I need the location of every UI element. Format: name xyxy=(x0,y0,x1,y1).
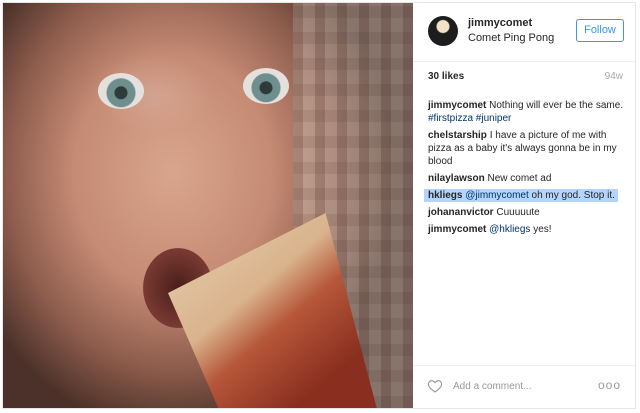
comment-text: yes! xyxy=(533,224,552,235)
comment-text: oh my god. Stop it. xyxy=(531,190,615,201)
comment-username[interactable]: johananvictor xyxy=(428,207,494,218)
heart-icon[interactable] xyxy=(427,378,443,394)
comment-list: jimmycomet Nothing will ever be the same… xyxy=(424,99,628,240)
comment-text: Nothing will ever be the same. xyxy=(489,100,624,111)
comment: johananvictor Cuuuuute xyxy=(428,206,628,219)
left-eye xyxy=(98,73,144,109)
comment-mention[interactable]: @hkliegs xyxy=(489,224,530,235)
post-footer: Add a comment... ooo xyxy=(413,365,635,408)
post-location[interactable]: Comet Ping Pong xyxy=(468,32,554,44)
comment-selected: hkliegs @jimmycomet oh my god. Stop it. xyxy=(424,189,618,202)
follow-button[interactable]: Follow xyxy=(576,19,624,42)
likes-count[interactable]: 30 likes xyxy=(428,71,464,82)
post-age[interactable]: 94w xyxy=(605,71,623,82)
comment: jimmycomet Nothing will ever be the same… xyxy=(428,99,628,125)
comment: chelstarship I have a picture of me with… xyxy=(428,129,628,168)
instagram-post: jimmycomet Comet Ping Pong Follow 30 lik… xyxy=(2,2,636,409)
post-username[interactable]: jimmycomet xyxy=(468,17,532,29)
post-sidebar: jimmycomet Comet Ping Pong Follow 30 lik… xyxy=(413,3,635,408)
comment-mention[interactable]: @jimmycomet xyxy=(465,190,529,201)
post-photo[interactable] xyxy=(3,3,413,408)
comment: nilaylawson New comet ad xyxy=(428,172,628,185)
comment: jimmycomet @hkliegs yes! xyxy=(428,223,628,236)
add-comment-input[interactable]: Add a comment... xyxy=(453,381,531,392)
comment-username[interactable]: nilaylawson xyxy=(428,173,485,184)
avatar[interactable] xyxy=(428,16,458,46)
post-meta: 30 likes 94w xyxy=(428,71,623,102)
comment-hashtags[interactable]: #firstpizza #juniper xyxy=(428,113,511,124)
comment-text: Cuuuuute xyxy=(496,207,540,218)
more-options-icon[interactable]: ooo xyxy=(598,378,621,392)
comment-username[interactable]: jimmycomet xyxy=(428,100,486,111)
comment-username[interactable]: chelstarship xyxy=(428,130,487,141)
comment-username[interactable]: hkliegs xyxy=(428,190,462,201)
post-header: jimmycomet Comet Ping Pong Follow xyxy=(413,3,635,62)
right-eye xyxy=(243,68,289,104)
comment-username[interactable]: jimmycomet xyxy=(428,224,486,235)
comment-text: New comet ad xyxy=(487,173,552,184)
